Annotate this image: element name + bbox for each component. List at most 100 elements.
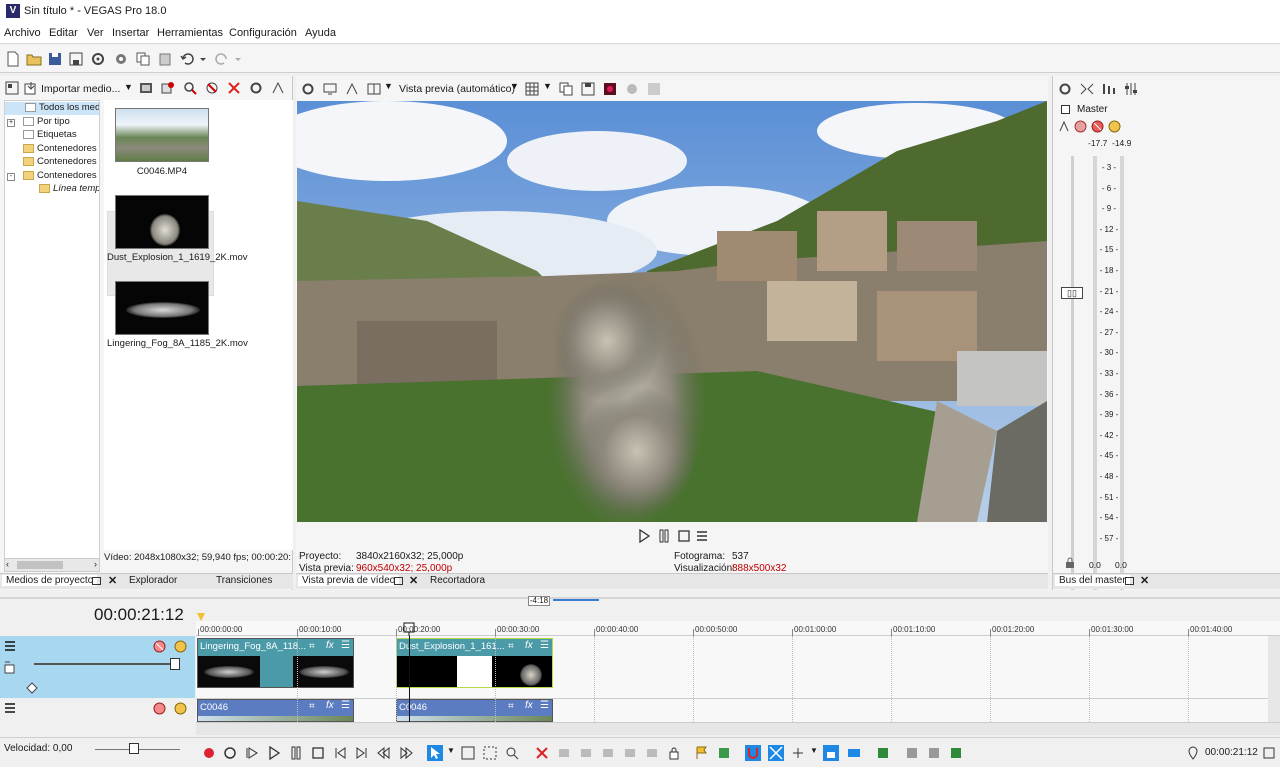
save-icon[interactable]	[47, 51, 63, 67]
play-from-start-icon[interactable]	[245, 746, 259, 760]
clip-fx-icon[interactable]: fx	[326, 640, 334, 651]
track2-solo-icon[interactable]	[174, 702, 187, 715]
clip-c0046-b[interactable]: C0046 ⌗ fx ☰	[396, 699, 553, 722]
master-fader-track[interactable]	[1071, 156, 1074, 626]
track2-mute-icon[interactable]	[153, 702, 166, 715]
clip2-fx-icon[interactable]: fx	[525, 640, 533, 651]
tab-explorer[interactable]: Explorador	[129, 575, 177, 586]
next-frame-icon[interactable]	[399, 746, 413, 760]
preview-disabled-icon[interactable]	[647, 82, 661, 96]
zoom-tool-icon[interactable]	[505, 746, 519, 760]
master-fader-handle[interactable]: ▯▯	[1061, 287, 1083, 299]
tree-item-timeline[interactable]: Línea temporal	[39, 183, 99, 196]
snapping-icon[interactable]	[745, 745, 761, 761]
media-fx-icon[interactable]	[271, 81, 285, 95]
float-panel-icon[interactable]	[92, 577, 101, 585]
lock-event-icon[interactable]	[667, 746, 681, 760]
media-thumb-c0046[interactable]	[115, 108, 209, 162]
delete-icon[interactable]	[227, 81, 241, 95]
loop-marker-label[interactable]: -4:18	[528, 596, 550, 606]
tree-item-tags[interactable]: Etiquetas	[23, 129, 77, 142]
insert-region-icon[interactable]	[717, 746, 731, 760]
video-preview-frame[interactable]	[297, 101, 1047, 522]
clip-crop-icon[interactable]: ⌗	[309, 641, 315, 652]
split-dropdown-icon[interactable]: ▼	[384, 81, 393, 91]
ripple-edit-icon[interactable]	[791, 746, 805, 760]
split-screen-icon[interactable]	[367, 82, 381, 96]
scroll-left-icon[interactable]: ‹	[6, 559, 9, 569]
close-panel-icon[interactable]: ✕	[108, 574, 117, 587]
dim-output-icon[interactable]	[1102, 82, 1116, 96]
edit-tool-dropdown-icon[interactable]: ▼	[447, 746, 455, 755]
auto-crossfade-icon[interactable]	[768, 745, 784, 761]
media-thumb-lingering-fog[interactable]	[115, 281, 209, 335]
master-gear-icon[interactable]	[1058, 82, 1072, 96]
timeline-divider[interactable]	[0, 597, 1280, 599]
close-master-icon[interactable]: ✕	[1140, 574, 1149, 587]
close-preview-icon[interactable]: ✕	[409, 574, 418, 587]
trim-icon[interactable]	[623, 746, 637, 760]
track-mute-icon[interactable]	[153, 640, 166, 653]
tree-item-project-bins[interactable]: -Contenedores de proyectos	[7, 170, 99, 183]
collapse-icon[interactable]: -	[7, 173, 15, 181]
master-solo-icon[interactable]	[1108, 120, 1121, 133]
normal-edit-tool-icon[interactable]	[427, 745, 443, 761]
clip2-menu-icon[interactable]: ☰	[540, 640, 549, 651]
options-icon[interactable]	[1262, 746, 1276, 760]
video-fx-icon[interactable]	[345, 82, 359, 96]
record-icon[interactable]	[202, 746, 216, 760]
track-motion-icon[interactable]	[3, 660, 18, 675]
split-icon[interactable]	[601, 746, 615, 760]
loop-region-bar[interactable]	[553, 599, 599, 601]
import-dropdown-icon[interactable]: ▼	[124, 82, 133, 92]
media-thumb-dust-explosion[interactable]	[115, 195, 209, 249]
gear-icon[interactable]	[90, 51, 106, 67]
video-track-header-1[interactable]	[0, 636, 195, 698]
float-preview-icon[interactable]	[394, 577, 403, 585]
record-preview-icon[interactable]	[603, 82, 617, 96]
copy-icon[interactable]	[135, 51, 151, 67]
previous-frame-icon[interactable]	[377, 746, 391, 760]
menu-ayuda[interactable]: Ayuda	[305, 27, 336, 39]
compositing-mode-icon[interactable]	[26, 682, 38, 694]
clip4-fx-icon[interactable]: fx	[525, 700, 533, 711]
preview-pause-icon[interactable]	[657, 529, 671, 543]
tab-video-preview[interactable]: Vista previa de vídeo	[298, 575, 400, 586]
master-fx-icon[interactable]	[1058, 120, 1071, 133]
timeline-hscroll[interactable]	[196, 722, 1280, 735]
downmix-icon[interactable]	[1080, 82, 1094, 96]
import-media-icon[interactable]	[24, 81, 38, 95]
menu-configuracion[interactable]: Configuración	[229, 27, 297, 39]
undo-icon[interactable]	[179, 51, 195, 67]
selection-tool-icon[interactable]	[483, 746, 497, 760]
properties-gear-icon[interactable]	[249, 81, 263, 95]
import-media-label[interactable]: Importar medio...	[41, 83, 120, 95]
menu-editar[interactable]: Editar	[49, 27, 78, 39]
master-mute-icon[interactable]	[1091, 120, 1104, 133]
clip-menu-icon[interactable]: ☰	[341, 640, 350, 651]
go-to-start-icon[interactable]	[333, 746, 347, 760]
master-automation-icon[interactable]	[1074, 120, 1087, 133]
marker-flag-icon[interactable]	[197, 613, 205, 621]
select-group-icon[interactable]	[949, 746, 963, 760]
go-to-end-icon[interactable]	[355, 746, 369, 760]
opacity-slider[interactable]	[34, 663, 174, 665]
opacity-slider-handle[interactable]	[170, 658, 180, 670]
clip4-menu-icon[interactable]: ☰	[540, 700, 549, 711]
ripple-icon[interactable]	[645, 746, 659, 760]
menu-ver[interactable]: Ver	[87, 27, 104, 39]
clip4-crop-icon[interactable]: ⌗	[508, 701, 514, 712]
scroll-right-icon[interactable]: ›	[94, 559, 97, 569]
tree-item-smart-bins[interactable]: Contenedores inteligentes	[23, 156, 99, 169]
pause-icon[interactable]	[289, 746, 303, 760]
tree-item-media-bins[interactable]: Contenedores de medios	[23, 143, 99, 156]
new-file-icon[interactable]	[5, 51, 21, 67]
ignore-grouping-icon[interactable]	[847, 746, 861, 760]
group-icon[interactable]	[876, 746, 890, 760]
overlays-grid-icon[interactable]	[525, 82, 539, 96]
lock-envelopes-icon[interactable]	[823, 745, 839, 761]
clip-dust-explosion[interactable]: Dust_Explosion_1_161... ⌗ fx ☰	[396, 638, 553, 688]
save-as-icon[interactable]	[68, 51, 84, 67]
save-snapshot-icon[interactable]	[581, 82, 595, 96]
float-master-icon[interactable]	[1125, 577, 1134, 585]
